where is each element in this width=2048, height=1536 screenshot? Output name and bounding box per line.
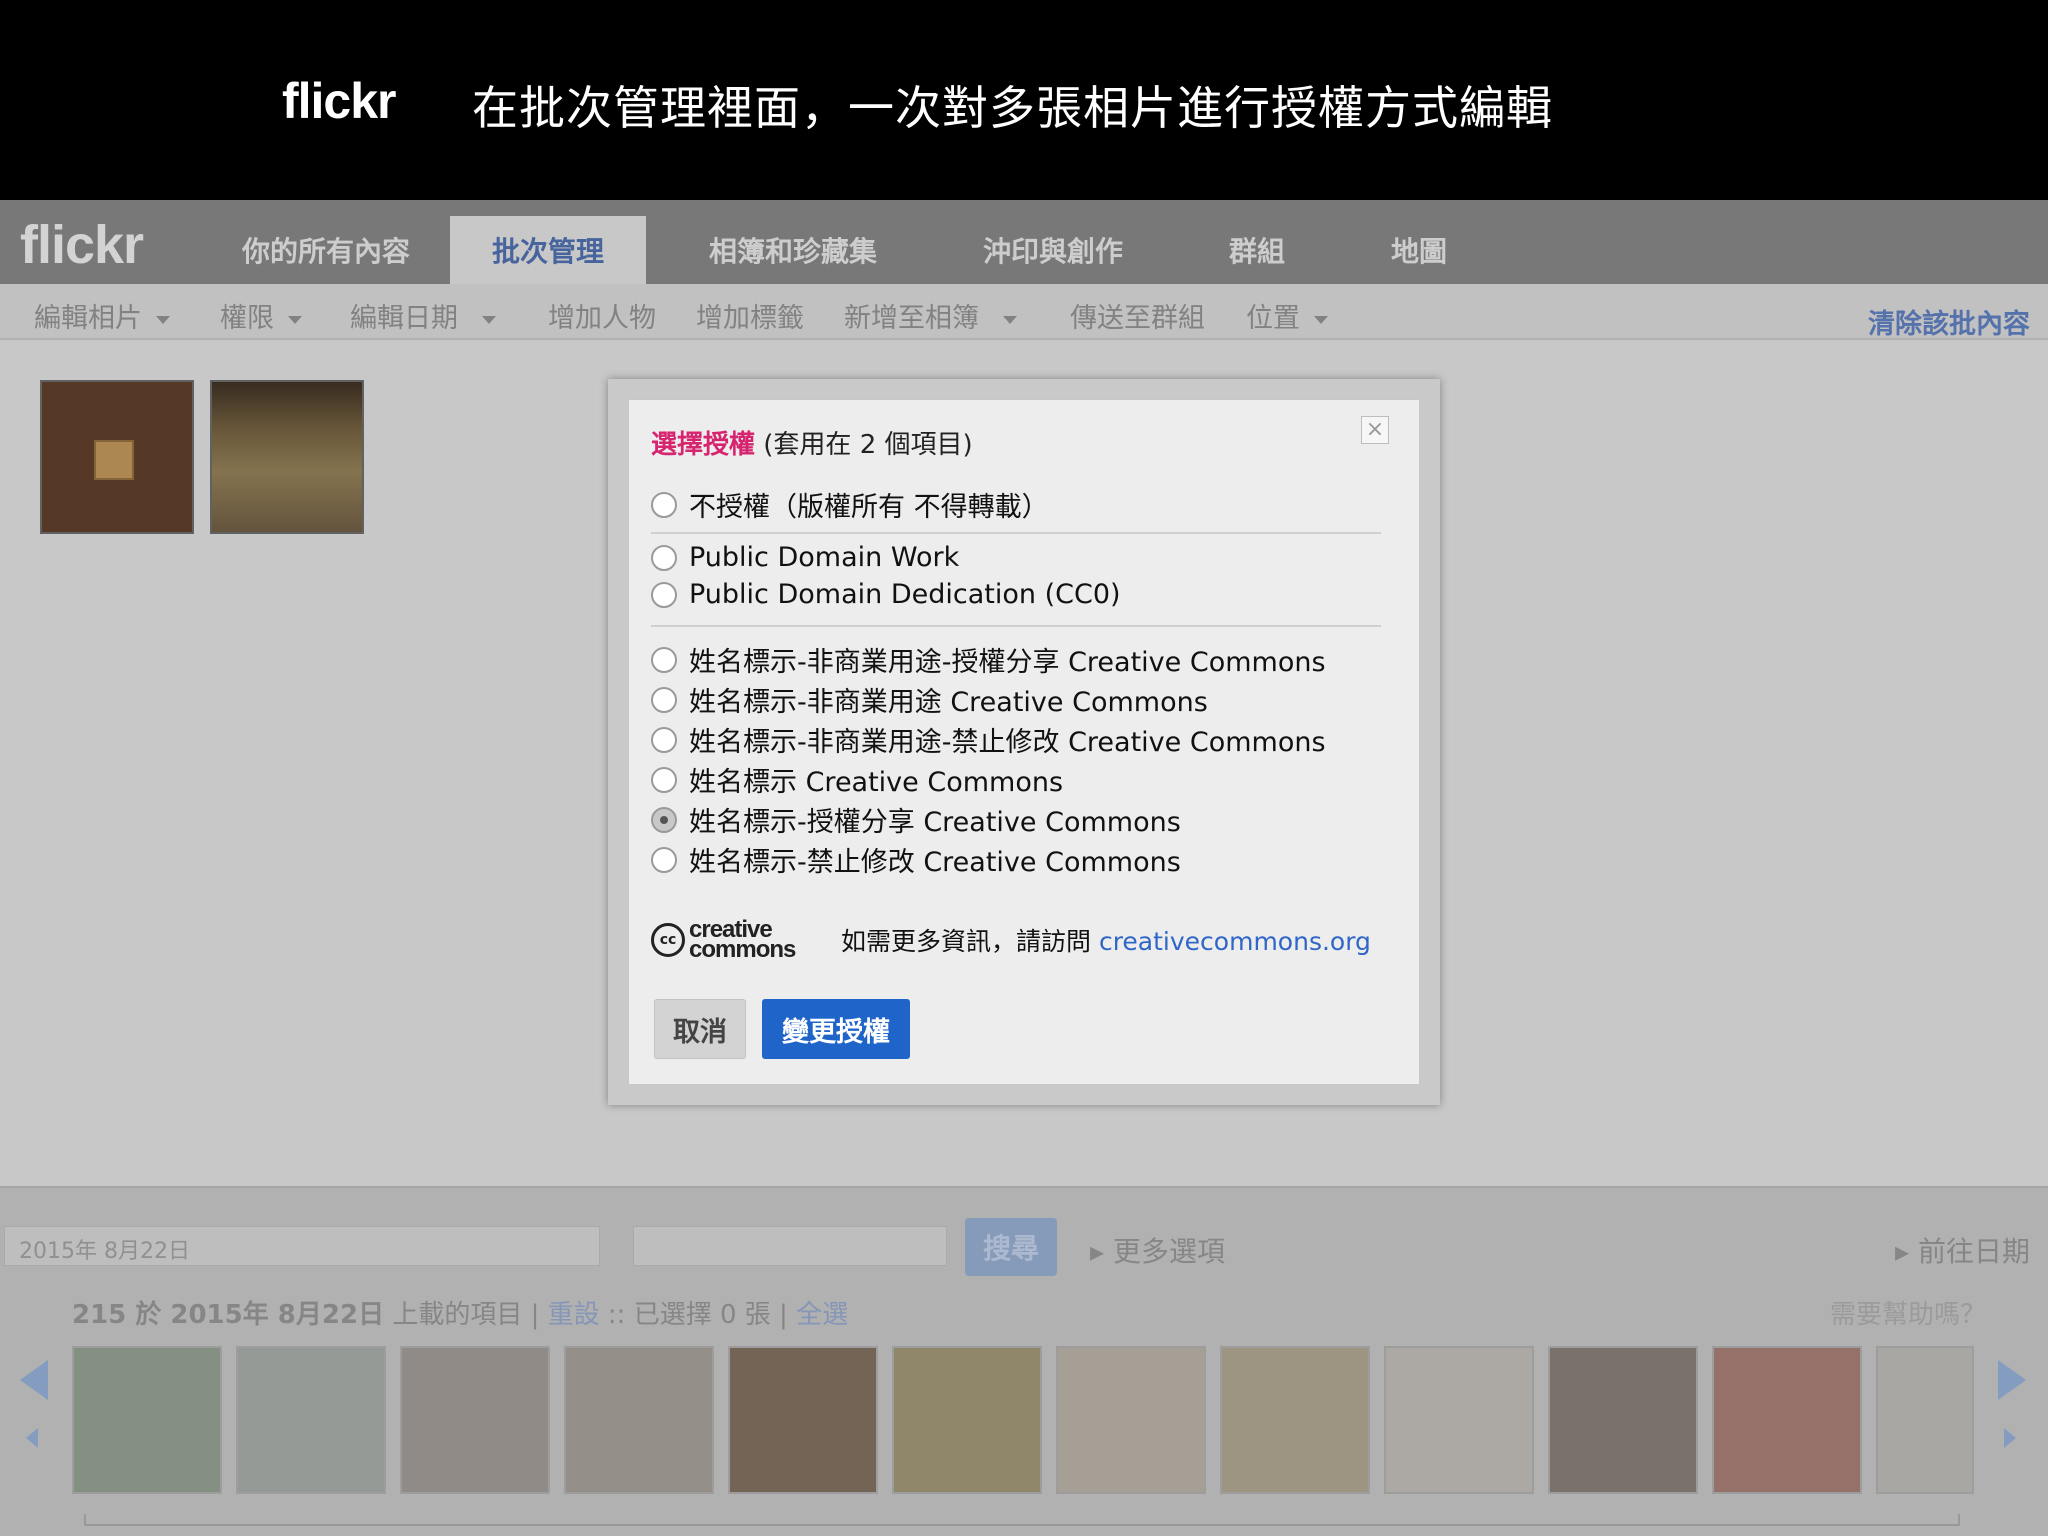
license-dialog: 選擇授權 (套用在 2 個項目) × 不授權（版權所有 不得轉載） Public… xyxy=(628,399,1420,1085)
radio-button[interactable] xyxy=(651,581,677,608)
divider xyxy=(651,625,1381,627)
license-option-by-sa[interactable]: 姓名標示-授權分享 Creative Commons xyxy=(651,800,1181,839)
license-option-by-nc[interactable]: 姓名標示-非商業用途 Creative Commons xyxy=(651,680,1208,719)
license-option-label: 姓名標示-授權分享 Creative Commons xyxy=(689,807,1181,838)
license-option-by-nd[interactable]: 姓名標示-禁止修改 Creative Commons xyxy=(651,840,1181,879)
slide-header: flickr 在批次管理裡面，一次對多張相片進行授權方式編輯 xyxy=(0,0,2048,200)
radio-button[interactable] xyxy=(651,646,677,673)
creative-commons-logo: cc creative commons xyxy=(651,918,796,963)
license-option-none[interactable]: 不授權（版權所有 不得轉載） xyxy=(651,485,1049,524)
license-option-label: Public Domain Dedication (CC0) xyxy=(689,579,1121,610)
license-option-label: 不授權（版權所有 不得轉載） xyxy=(689,492,1049,523)
license-option-label: 姓名標示-禁止修改 Creative Commons xyxy=(689,847,1181,878)
creativecommons-link[interactable]: creativecommons.org xyxy=(1099,927,1371,956)
license-option-label: 姓名標示-非商業用途 Creative Commons xyxy=(689,687,1208,718)
cc-wordmark-line2: commons xyxy=(689,936,796,963)
close-icon[interactable]: × xyxy=(1361,416,1389,444)
cancel-button[interactable]: 取消 xyxy=(654,999,746,1059)
radio-button[interactable] xyxy=(651,846,677,873)
license-option-public-domain-work[interactable]: Public Domain Work xyxy=(651,542,959,573)
more-info-text: 如需更多資訊，請訪問 creativecommons.org xyxy=(841,922,1371,958)
dialog-title-highlight: 選擇授權 xyxy=(651,430,756,460)
radio-button[interactable] xyxy=(651,766,677,793)
more-info-label: 如需更多資訊，請訪問 xyxy=(841,927,1099,956)
radio-button[interactable] xyxy=(651,686,677,713)
dialog-title-rest: (套用在 2 個項目) xyxy=(755,430,973,460)
cc-icon: cc xyxy=(651,923,685,957)
dialog-title: 選擇授權 (套用在 2 個項目) xyxy=(651,424,973,461)
radio-button[interactable] xyxy=(651,491,677,518)
radio-button-selected[interactable] xyxy=(651,806,677,833)
license-option-label: Public Domain Work xyxy=(689,542,960,573)
cc-wordmark: creative commons xyxy=(689,918,796,963)
license-option-label: 姓名標示-非商業用途-授權分享 Creative Commons xyxy=(689,647,1326,678)
divider xyxy=(651,532,1381,534)
change-license-button[interactable]: 變更授權 xyxy=(762,999,910,1059)
license-option-label: 姓名標示-非商業用途-禁止修改 Creative Commons xyxy=(689,727,1326,758)
license-option-by-nc-nd[interactable]: 姓名標示-非商業用途-禁止修改 Creative Commons xyxy=(651,720,1326,759)
slide-title: 在批次管理裡面，一次對多張相片進行授權方式編輯 xyxy=(472,81,1553,135)
radio-button[interactable] xyxy=(651,726,677,753)
license-option-label: 姓名標示 Creative Commons xyxy=(689,767,1064,798)
license-option-by-nc-sa[interactable]: 姓名標示-非商業用途-授權分享 Creative Commons xyxy=(651,640,1326,679)
license-option-cc0[interactable]: Public Domain Dedication (CC0) xyxy=(651,579,1121,610)
radio-button[interactable] xyxy=(651,544,677,571)
slide-logo: flickr xyxy=(282,73,397,129)
license-option-by[interactable]: 姓名標示 Creative Commons xyxy=(651,760,1063,799)
